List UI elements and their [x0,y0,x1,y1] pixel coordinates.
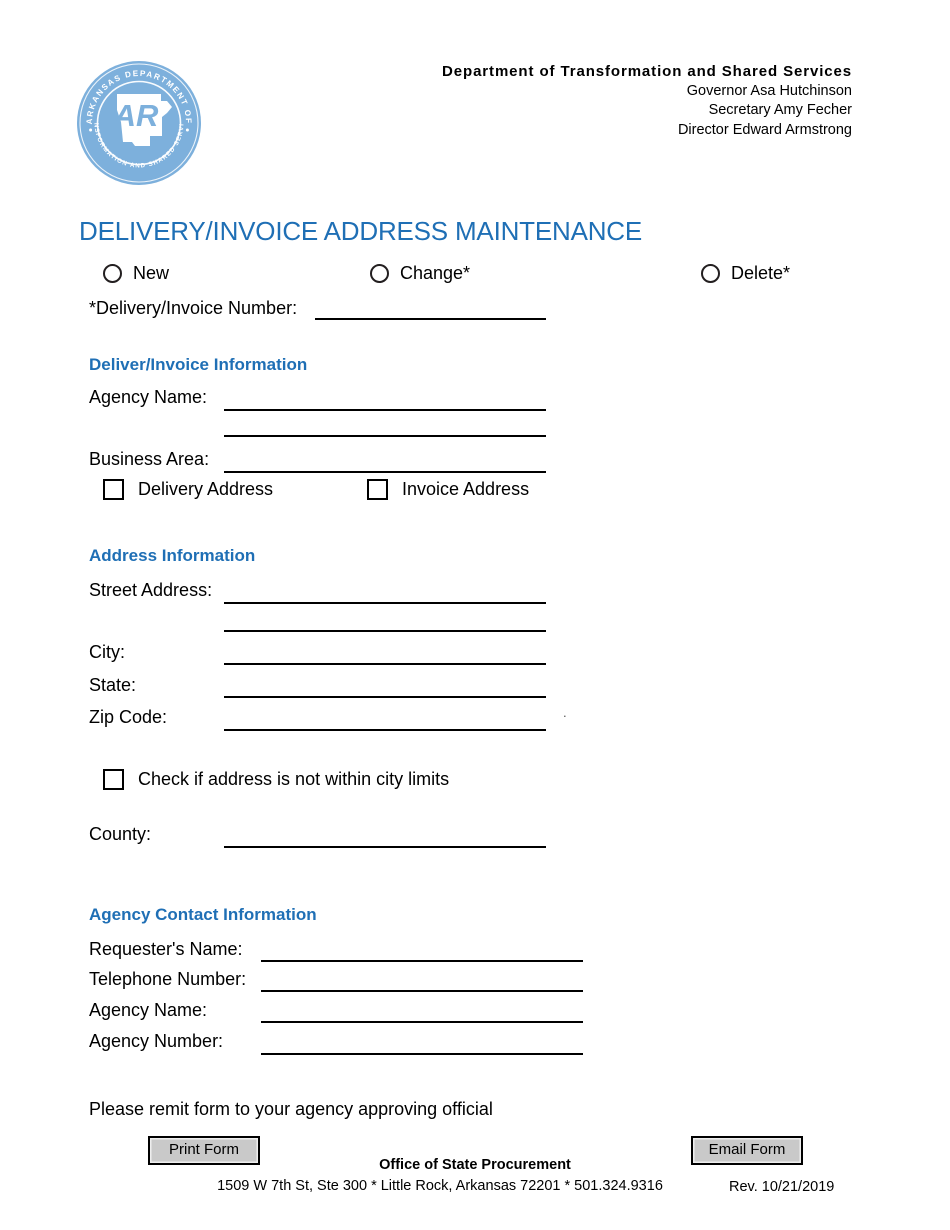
footer-revision-date: Rev. 10/21/2019 [729,1179,835,1195]
input-telephone-number[interactable] [261,990,583,992]
label-agency-name: Agency Name: [89,387,208,407]
zip-trailing-mark: . [563,705,567,720]
radio-label-delete: Delete* [731,263,791,283]
checkbox-invoice-address[interactable]: Invoice Address [367,479,529,500]
label-zip-code: Zip Code: [89,707,168,727]
page-title: DELIVERY/INVOICE ADDRESS MAINTENANCE [79,216,643,246]
label-city: City: [89,642,125,662]
checkbox-label-invoice-address: Invoice Address [402,479,530,499]
input-agency-name-line1[interactable] [224,409,546,411]
checkbox-square-icon[interactable] [367,479,388,500]
radio-circle-icon[interactable] [103,264,122,283]
radio-circle-icon[interactable] [701,264,720,283]
input-county[interactable] [224,846,546,848]
label-requesters-name: Requester's Name: [89,939,243,959]
input-agency-name-line2[interactable] [224,435,546,437]
input-street-address-line1[interactable] [224,602,546,604]
input-contact-agency-name[interactable] [261,1021,583,1023]
input-requesters-name[interactable] [261,960,583,962]
agency-header-text-block: Department of Transformation and Shared … [442,62,852,140]
input-city[interactable] [224,663,546,665]
checkbox-outside-city-limits[interactable]: Check if address is not within city limi… [103,769,449,790]
page-header: ARKANSAS DEPARTMENT OF TRANSFORMATION AN… [0,0,950,200]
footer-office-name: Office of State Procurement [379,1157,571,1173]
heading-address-information: Address Information [89,546,256,565]
label-business-area: Business Area: [89,449,210,469]
label-state: State: [89,675,137,695]
department-title: Department of Transformation and Shared … [442,63,852,80]
official-secretary: Secretary Amy Fecher [708,102,852,119]
radio-label-change: Change* [400,263,471,283]
input-agency-number[interactable] [261,1053,583,1055]
input-business-area[interactable] [224,471,546,473]
agency-seal-logo: ARKANSAS DEPARTMENT OF TRANSFORMATION AN… [73,55,202,186]
input-street-address-line2[interactable] [224,630,546,632]
input-zip-code[interactable] [224,729,546,731]
heading-deliver-invoice-information: Deliver/Invoice Information [89,355,308,374]
label-contact-agency-name: Agency Name: [89,1000,208,1020]
heading-agency-contact-information: Agency Contact Information [89,905,317,924]
checkbox-delivery-address[interactable]: Delivery Address [103,479,273,500]
official-director: Director Edward Armstrong [677,121,852,138]
official-governor: Governor Asa Hutchinson [686,82,852,99]
seal-monogram: AR [113,98,159,133]
radio-label-new: New [133,263,170,283]
radio-option-new[interactable]: New [103,263,169,284]
label-delivery-invoice-number: *Delivery/Invoice Number: [89,298,298,318]
input-state[interactable] [224,696,546,698]
input-delivery-invoice-number[interactable] [315,318,546,320]
label-telephone-number: Telephone Number: [89,969,247,989]
checkbox-label-delivery-address: Delivery Address [138,479,274,499]
checkbox-square-icon[interactable] [103,769,124,790]
label-agency-number: Agency Number: [89,1031,224,1051]
radio-circle-icon[interactable] [370,264,389,283]
label-county: County: [89,824,152,844]
radio-option-change[interactable]: Change* [370,263,470,284]
checkbox-square-icon[interactable] [103,479,124,500]
checkbox-label-outside-city-limits: Check if address is not within city limi… [138,769,450,789]
radio-option-delete[interactable]: Delete* [701,263,790,284]
remit-instruction: Please remit form to your agency approvi… [89,1099,493,1119]
label-street-address: Street Address: [89,580,213,600]
